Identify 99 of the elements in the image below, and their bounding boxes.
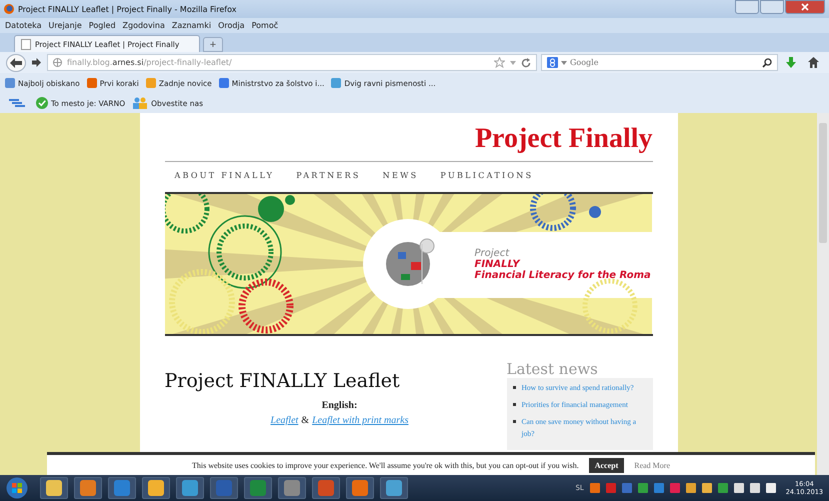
banner-text: Project <box>474 248 510 258</box>
tray-icon <box>606 483 616 493</box>
scrollbar-thumb[interactable] <box>819 123 827 243</box>
check-icon <box>36 97 48 109</box>
cookie-message: This website uses cookies to improve your experience. We'll assume you're ok with this, but you can opt-out if you wish. <box>192 460 579 470</box>
search-icon <box>762 58 772 68</box>
bookmark-icon <box>146 78 156 88</box>
app-icon <box>45 479 63 497</box>
app-icon <box>215 479 233 497</box>
bookmark-icon <box>331 78 342 88</box>
home-icon <box>808 57 819 68</box>
tray-icon <box>766 483 776 493</box>
forward-arrow-icon <box>32 58 41 67</box>
globe-icon <box>53 58 62 67</box>
section-heading: English: <box>322 400 358 411</box>
menu-item[interactable]: Zgodovina <box>122 21 165 30</box>
tray-icon <box>750 483 760 493</box>
tray-icon <box>654 483 664 493</box>
nav-link[interactable]: NEWS <box>382 171 418 184</box>
back-button[interactable] <box>6 54 26 72</box>
taskbar-app-button[interactable] <box>142 477 170 499</box>
taskbar-app-button[interactable] <box>176 477 204 499</box>
down-arrow-icon <box>786 57 796 68</box>
taskbar-app-button[interactable] <box>380 477 408 499</box>
app-icon <box>249 479 267 497</box>
tray-icon-button[interactable] <box>766 483 776 493</box>
close-icon <box>801 3 809 11</box>
nav-link[interactable]: ABOUT FINALLY <box>174 171 274 184</box>
forward-button[interactable] <box>30 58 43 67</box>
tray-icon <box>718 483 728 493</box>
menu-item[interactable]: Urejanje <box>48 21 82 30</box>
tray-icon-button[interactable] <box>702 483 712 493</box>
app-icon <box>113 479 131 497</box>
nav-link[interactable]: PARTNERS <box>296 171 361 184</box>
bullet-icon <box>512 386 516 389</box>
menu-item[interactable]: Zaznamki <box>172 21 212 30</box>
scrollbar[interactable] <box>817 113 829 475</box>
url-text: finally.blog.arnes.si/project-finally-leaflet/ <box>67 58 232 67</box>
tray-icon-button[interactable] <box>686 483 696 493</box>
app-icon <box>147 479 165 497</box>
tray-icon-button[interactable] <box>750 483 760 493</box>
page-icon <box>21 38 31 50</box>
app-icon <box>181 479 199 497</box>
star-icon <box>494 57 505 68</box>
search-engine-icon <box>547 57 558 68</box>
close-button[interactable] <box>785 0 825 14</box>
menu-item[interactable]: Orodja <box>218 21 245 30</box>
bullet-icon <box>512 403 516 406</box>
read-more-link[interactable]: Read More <box>634 460 670 470</box>
app-icon <box>351 479 369 497</box>
bookmark-icon <box>218 78 229 88</box>
reload-icon <box>521 58 531 68</box>
menu-item[interactable]: Datoteka <box>5 21 42 30</box>
new-tab-button[interactable]: + <box>203 37 223 52</box>
sidebar-title: Latest news <box>506 360 599 378</box>
firefox-icon <box>4 4 14 14</box>
taskbar-app-button[interactable] <box>108 477 136 499</box>
accept-button[interactable]: Accept <box>588 458 624 472</box>
start-button[interactable] <box>6 477 28 499</box>
tray-icon <box>702 483 712 493</box>
bookmark-icon <box>86 78 97 88</box>
app-icon <box>385 479 403 497</box>
taskbar-app-button[interactable] <box>74 477 102 499</box>
app-icon <box>317 479 335 497</box>
tray-icon <box>686 483 696 493</box>
tray-icon <box>590 483 600 493</box>
address-bar[interactable]: finally.blog.arnes.si/project-finally-leaflet/ <box>47 54 537 71</box>
app-icon <box>79 479 97 497</box>
leaflet-link[interactable]: Leaflet <box>270 415 298 426</box>
search-bar[interactable]: Google <box>541 54 778 71</box>
search-field[interactable]: Google <box>570 58 759 67</box>
menu-item[interactable]: Pomoč <box>252 21 278 30</box>
tray-icon <box>734 483 744 493</box>
dropdown-icon <box>510 60 516 64</box>
app-icon <box>283 479 301 497</box>
leaflet-link[interactable]: Leaflet with print marks <box>312 415 408 426</box>
bookmark-icon <box>5 78 15 88</box>
windows-logo-icon <box>6 477 28 499</box>
taskbar-app-button[interactable] <box>346 477 374 499</box>
window-title: Project FINALLY Leaflet | Project Finally - Mozilla Firefox <box>18 4 236 14</box>
maximize-button[interactable] <box>760 0 784 14</box>
banner-text: FINALLY <box>474 258 522 270</box>
minimize-button[interactable] <box>735 0 759 14</box>
back-arrow-icon <box>10 58 22 68</box>
nav-link[interactable]: PUBLICATIONS <box>440 171 534 184</box>
article-title: Project FINALLY Leaflet <box>164 370 400 392</box>
taskbar-app-button[interactable] <box>278 477 306 499</box>
banner-text: Financial Literacy for the Roma <box>474 270 652 280</box>
dropdown-icon <box>561 60 567 64</box>
tray-icon <box>622 483 632 493</box>
site-title[interactable]: Project Finally <box>474 123 652 161</box>
tray-icon <box>638 483 648 493</box>
separator-text: & <box>301 415 310 426</box>
taskbar-app-button[interactable] <box>40 477 68 499</box>
tray-icon <box>670 483 680 493</box>
people-icon <box>132 97 148 109</box>
tray-icon-button[interactable] <box>734 483 744 493</box>
bullet-icon <box>512 420 516 423</box>
menu-item[interactable]: Pogled <box>88 21 116 30</box>
